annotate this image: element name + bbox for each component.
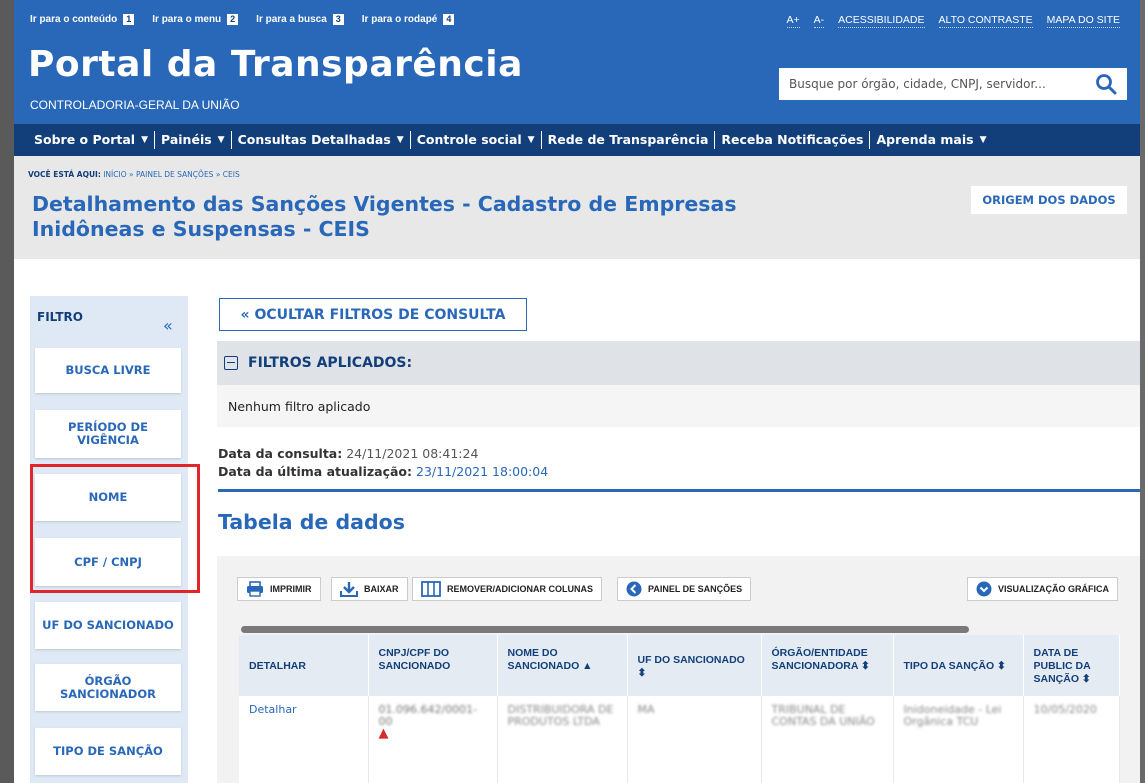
- col-detalhar: DETALHAR: [239, 635, 369, 696]
- circle-arrow-left-icon: [626, 581, 642, 597]
- col-uf[interactable]: UF DO SANCIONADO ⬍: [627, 635, 762, 696]
- search-box: [779, 68, 1127, 100]
- warning-icon: ▲: [378, 726, 389, 741]
- col-cnpj-cpf[interactable]: CNPJ/CPF DO SANCIONADO: [368, 635, 498, 696]
- download-icon: [340, 582, 358, 597]
- section-divider: [218, 489, 1140, 492]
- site-header: Ir para o conteúdo 1 Ir para o menu 2 Ir p…: [14, 0, 1140, 124]
- nav-paineis[interactable]: Painéis ▼: [155, 131, 232, 149]
- skip-to-menu-link[interactable]: Ir para o menu 2: [152, 14, 239, 25]
- filter-busca-livre-button[interactable]: BUSCA LIVRE: [35, 348, 181, 393]
- detail-link[interactable]: Detalhar: [239, 696, 369, 783]
- filter-orgao-sancionador-button[interactable]: ÓRGÃO SANCIONADOR: [35, 664, 181, 711]
- search-input[interactable]: [789, 77, 1095, 91]
- title-area: VOCÊ ESTÁ AQUI: INÍCIO » PAINEL DE SANÇÕ…: [14, 156, 1140, 259]
- chevron-down-icon: ▼: [396, 135, 404, 145]
- col-data-publicacao[interactable]: DATA DE PUBLIC DA SANÇÃO ⬍: [1023, 635, 1120, 696]
- portal-subtitle: CONTROLADORIA-GERAL DA UNIÃO: [30, 98, 240, 112]
- table-section-title: Tabela de dados: [218, 510, 405, 534]
- font-increase-link[interactable]: A+: [786, 14, 800, 28]
- cell-nome: DISTRIBUIDORA DE PRODUTOS LTDA: [497, 696, 628, 783]
- nav-aprenda-mais[interactable]: Aprenda mais ▼: [870, 131, 992, 149]
- download-button[interactable]: BAIXAR: [331, 577, 408, 601]
- breadcrumb: VOCÊ ESTÁ AQUI: INÍCIO » PAINEL DE SANÇÕ…: [28, 170, 240, 179]
- applied-filters-title: FILTROS APLICADOS:: [248, 355, 413, 371]
- main-nav: Sobre o Portal ▼ Painéis ▼ Consultas Detal…: [14, 124, 1140, 156]
- table-header-row: DETALHAR CNPJ/CPF DO SANCIONADO NOME DO …: [239, 635, 1120, 696]
- top-right-links: A+ A- ACESSIBILIDADE ALTO CONTRASTE MAPA…: [786, 14, 1120, 28]
- columns-icon: [421, 581, 441, 597]
- chevron-down-icon: ▼: [979, 135, 987, 145]
- filter-label: FILTRO: [37, 310, 83, 324]
- breadcrumb-path[interactable]: INÍCIO » PAINEL DE SANÇÕES » CEIS: [103, 170, 240, 179]
- printer-icon: [247, 581, 263, 597]
- nav-sobre-o-portal[interactable]: Sobre o Portal ▼: [28, 131, 156, 149]
- hide-filters-button[interactable]: « OCULTAR FILTROS DE CONSULTA: [219, 298, 527, 331]
- collapse-sidebar-icon[interactable]: «: [163, 316, 173, 335]
- cell-data: 10/05/2020: [1023, 696, 1120, 783]
- search-icon[interactable]: [1095, 73, 1117, 95]
- skip-to-footer-link[interactable]: Ir para o rodapé 4: [362, 14, 455, 25]
- horizontal-scrollbar[interactable]: [241, 626, 969, 633]
- update-date: Data da última atualização: 23/11/2021 1…: [218, 464, 549, 479]
- applied-filters-header[interactable]: FILTROS APLICADOS:: [217, 341, 1140, 385]
- col-nome[interactable]: NOME DO SANCIONADO ▲: [497, 635, 628, 696]
- window-frame-right: [1140, 0, 1145, 783]
- font-decrease-link[interactable]: A-: [813, 14, 825, 28]
- window-frame-left: [0, 0, 14, 783]
- table-row: Detalhar 01.096.642/0001-00 ▲ DISTRIBUID…: [239, 696, 1120, 783]
- nav-consultas-detalhadas[interactable]: Consultas Detalhadas ▼: [232, 131, 411, 149]
- col-tipo[interactable]: TIPO DA SANÇÃO ⬍: [893, 635, 1024, 696]
- cell-tipo: Inidoneidade - Lei Orgânica TCU: [893, 696, 1024, 783]
- circle-chevron-down-icon: [976, 581, 992, 597]
- skip-to-content-link[interactable]: Ir para o conteúdo 1: [30, 14, 135, 25]
- col-orgao[interactable]: ÓRGÃO/ENTIDADE SANCIONADORA ⬍: [761, 635, 894, 696]
- page: Ir para o conteúdo 1 Ir para o menu 2 Ir p…: [14, 0, 1140, 783]
- chevron-down-icon: ▼: [141, 135, 149, 145]
- chevron-down-icon: ▼: [527, 135, 535, 145]
- cell-cnpj: 01.096.642/0001-00 ▲: [368, 696, 498, 783]
- data-origin-button[interactable]: ORIGEM DOS DADOS: [971, 186, 1127, 214]
- print-button[interactable]: IMPRIMIR: [237, 577, 321, 601]
- data-table: DETALHAR CNPJ/CPF DO SANCIONADO NOME DO …: [239, 635, 1120, 783]
- chevron-down-icon: ▼: [217, 135, 225, 145]
- accessibility-link[interactable]: ACESSIBILIDADE: [838, 14, 925, 28]
- chart-view-button[interactable]: VISUALIZAÇÃO GRÁFICA: [967, 577, 1118, 601]
- data-table-panel: IMPRIMIR BAIXAR REMOVER/ADICIONAR COLUNA…: [217, 556, 1140, 783]
- highlight-box: [30, 464, 200, 593]
- page-title: Detalhamento das Sanções Vigentes - Cada…: [32, 192, 737, 241]
- sanctions-panel-button[interactable]: PAINEL DE SANÇÕES: [617, 577, 752, 601]
- portal-title[interactable]: Portal da Transparência: [28, 44, 523, 85]
- cell-uf: MA: [627, 696, 762, 783]
- filter-uf-sancionado-button[interactable]: UF DO SANCIONADO: [35, 602, 181, 649]
- site-map-link[interactable]: MAPA DO SITE: [1046, 14, 1120, 28]
- cell-orgao: TRIBUNAL DE CONTAS DA UNIÃO: [761, 696, 894, 783]
- skip-to-search-link[interactable]: Ir para a busca 3: [256, 14, 344, 25]
- accessibility-shortcuts: Ir para o conteúdo 1 Ir para o menu 2 Ir p…: [30, 14, 455, 25]
- nav-receba-notificacoes[interactable]: Receba Notificações: [715, 131, 871, 149]
- consult-date: Data da consulta: 24/11/2021 08:41:24: [218, 446, 479, 461]
- collapse-minus-icon[interactable]: [224, 356, 238, 370]
- filter-tipo-sancao-button[interactable]: TIPO DE SANÇÃO: [35, 728, 181, 775]
- toggle-columns-button[interactable]: REMOVER/ADICIONAR COLUNAS: [412, 577, 603, 601]
- nav-controle-social[interactable]: Controle social ▼: [411, 131, 542, 149]
- high-contrast-link[interactable]: ALTO CONTRASTE: [938, 14, 1033, 28]
- no-filter-message: Nenhum filtro aplicado: [217, 385, 1140, 427]
- filter-periodo-vigencia-button[interactable]: PERÍODO DE VIGÊNCIA: [35, 410, 181, 458]
- nav-rede-de-transparencia[interactable]: Rede de Transparência: [542, 131, 716, 149]
